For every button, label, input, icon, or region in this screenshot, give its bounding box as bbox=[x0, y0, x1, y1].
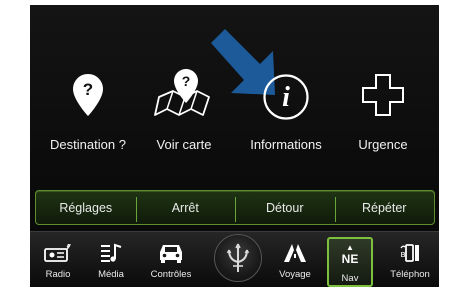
nav-button-label: Nav bbox=[341, 273, 359, 284]
location-question-icon: ? bbox=[38, 73, 138, 117]
menu-item-label: Urgence bbox=[358, 137, 408, 152]
softkey-repeat[interactable]: Répéter bbox=[334, 191, 435, 224]
nav-button-nav[interactable]: ▲ NE Nav bbox=[327, 237, 373, 287]
nav-button-phone[interactable]: ʙ Téléphon bbox=[382, 232, 438, 287]
info-icon: i bbox=[236, 73, 336, 121]
nav-button-label: Radio bbox=[45, 269, 71, 280]
nav-button-radio[interactable]: Radio bbox=[30, 232, 86, 287]
nav-button-label: Média bbox=[98, 269, 124, 280]
menu-item-view-map[interactable]: ? Voir carte bbox=[134, 65, 234, 165]
nav-screen: ? Destination ? ? Voir carte i Informati… bbox=[30, 5, 439, 287]
radio-icon bbox=[43, 240, 73, 266]
compass-heading: NE bbox=[341, 252, 359, 266]
trident-logo-icon bbox=[226, 243, 250, 272]
nav-button-controls[interactable]: Contrôles bbox=[143, 232, 199, 287]
softkey-detour[interactable]: Détour bbox=[235, 191, 335, 224]
softkey-stop[interactable]: Arrêt bbox=[135, 191, 236, 224]
svg-text:i: i bbox=[282, 82, 290, 113]
menu-item-emergency[interactable]: Urgence bbox=[333, 65, 433, 165]
media-icon bbox=[99, 240, 123, 266]
compass-arrow-icon: ▲ bbox=[346, 243, 354, 252]
phone-icon: ʙ bbox=[397, 240, 423, 266]
trident-logo-button[interactable] bbox=[214, 234, 262, 282]
nav-button-label: Téléphon bbox=[390, 269, 430, 280]
road-icon bbox=[282, 240, 308, 266]
nav-button-trip[interactable]: Voyage bbox=[267, 232, 323, 287]
svg-text:ʙ: ʙ bbox=[400, 250, 405, 260]
softkey-bar: Réglages Arrêt Détour Répéter bbox=[35, 190, 435, 225]
map-question-icon: ? bbox=[134, 69, 234, 119]
nav-button-label: Voyage bbox=[279, 269, 311, 280]
menu-item-destination[interactable]: ? Destination ? bbox=[38, 65, 138, 165]
softkey-settings[interactable]: Réglages bbox=[36, 191, 136, 224]
emergency-cross-icon bbox=[333, 73, 433, 117]
nav-button-media[interactable]: Média bbox=[83, 232, 139, 287]
menu-item-information[interactable]: i Informations bbox=[236, 65, 336, 165]
bottom-nav-bar: Radio Média Contrôles Voyage ▲ NE Nav ʙ … bbox=[30, 231, 439, 287]
car-controls-icon bbox=[157, 240, 185, 266]
nav-button-label: Contrôles bbox=[150, 269, 192, 280]
svg-text:?: ? bbox=[182, 73, 191, 89]
svg-text:?: ? bbox=[83, 80, 93, 99]
